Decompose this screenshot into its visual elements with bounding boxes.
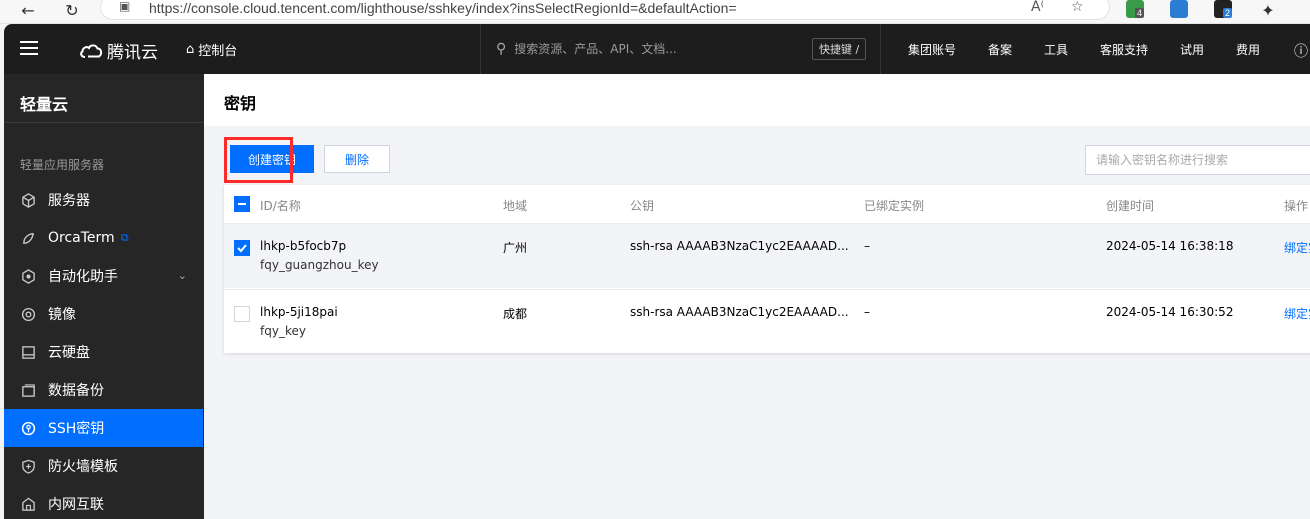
sidebar-item-servers[interactable]: 服务器: [4, 181, 203, 219]
sidebar-item-automation[interactable]: 自动化助手 ⌄: [4, 257, 203, 295]
back-icon[interactable]: ←: [16, 0, 40, 20]
column-header-id-name: ID/名称: [260, 199, 301, 213]
console-link[interactable]: ⌂ 控制台: [186, 40, 237, 59]
page-title: 密钥: [224, 94, 257, 113]
sidebar-section-label: 轻量应用服务器: [20, 158, 105, 172]
checkmark-icon: [237, 244, 247, 253]
network-icon: [20, 496, 36, 512]
page-header: 密钥: [204, 74, 1310, 126]
sidebar-item-disks[interactable]: 云硬盘: [4, 333, 203, 371]
sidebar-item-ssh-keys[interactable]: SSH密钥: [4, 409, 203, 447]
sidebar-item-label: 防火墙模板: [48, 459, 118, 475]
sidebar-item-private-network[interactable]: 内网互联: [4, 485, 203, 519]
key-id[interactable]: lhkp-5ji18pai: [260, 305, 338, 319]
external-link-icon: ⧉: [120, 231, 129, 244]
table-row[interactable]: lhkp-5ji18pai fqy_key 成都 ssh-rsa AAAAB3N…: [224, 289, 1310, 353]
sidebar-item-label: 服务器: [48, 193, 90, 209]
nav-filing[interactable]: 备案: [988, 41, 1012, 58]
help-icon[interactable]: ⓘ: [1294, 41, 1308, 61]
bind-instance-link[interactable]: 绑定实: [1284, 305, 1310, 322]
key-id[interactable]: lhkp-b5focb7p: [260, 239, 346, 253]
sidebar-item-backups[interactable]: 数据备份: [4, 371, 203, 409]
extensions-puzzle-icon[interactable]: ✦: [1256, 0, 1280, 20]
automation-icon: [20, 268, 36, 284]
global-search-placeholder: 搜索资源、产品、API、文档...: [514, 42, 677, 56]
key-name: fqy_key: [260, 324, 306, 338]
row-checkbox[interactable]: [234, 306, 250, 322]
read-aloud-icon[interactable]: A⁽: [1031, 0, 1044, 15]
url-text: https://console.cloud.tencent.com/lighth…: [149, 0, 737, 16]
sidebar-item-label: 内网互联: [48, 497, 104, 513]
sidebar-item-firewall[interactable]: 防火墙模板: [4, 447, 203, 485]
firewall-icon: [20, 458, 36, 474]
bind-instance-link[interactable]: 绑定实: [1284, 239, 1310, 256]
key-name: fqy_guangzhou_key: [260, 258, 379, 272]
sidebar-item-label: 云硬盘: [48, 345, 90, 361]
create-key-button[interactable]: 创建密钥: [230, 145, 314, 173]
site-info-icon[interactable]: ▣: [119, 0, 130, 13]
extension-dark-icon[interactable]: 2: [1214, 0, 1232, 18]
chevron-down-icon[interactable]: ⌄: [178, 269, 187, 282]
tencent-cloud-logo[interactable]: 腾讯云: [79, 38, 158, 63]
global-search[interactable]: ⚲ 搜索资源、产品、API、文档...: [496, 40, 677, 57]
nav-trial[interactable]: 试用: [1180, 41, 1204, 58]
extension-shield-icon[interactable]: 4: [1126, 0, 1144, 18]
console-label: 控制台: [198, 44, 238, 59]
sidebar-divider: [4, 122, 204, 123]
image-icon: [20, 306, 36, 322]
delete-button[interactable]: 删除: [324, 145, 390, 173]
key-region: 成都: [503, 307, 528, 321]
column-header-bound-instances: 已绑定实例: [864, 199, 925, 213]
shortcut-key-badge[interactable]: 快捷键 /: [812, 38, 867, 60]
sidebar: 轻量云 轻量应用服务器 服务器 OrcaTerm ⧉ 自动化助手 ⌄ 镜像 云硬…: [4, 74, 204, 519]
nav-billing[interactable]: 费用: [1236, 41, 1260, 58]
key-icon: [20, 420, 36, 436]
select-all-checkbox[interactable]: [234, 196, 250, 212]
column-header-region: 地域: [503, 199, 528, 213]
logo-text: 腾讯云: [107, 43, 158, 63]
menu-icon[interactable]: [20, 41, 38, 55]
address-bar[interactable]: ▣ https://console.cloud.tencent.com/ligh…: [100, 0, 1110, 20]
key-bound-instances: –: [864, 305, 870, 319]
sidebar-item-images[interactable]: 镜像: [4, 295, 203, 333]
browser-toolbar: ← ↻ ▣ https://console.cloud.tencent.com/…: [0, 0, 1310, 24]
column-header-created-time: 创建时间: [1106, 199, 1155, 213]
nav-support[interactable]: 客服支持: [1100, 41, 1148, 58]
sidebar-item-label: SSH密钥: [48, 421, 105, 437]
key-created-time: 2024-05-14 16:38:18: [1106, 239, 1234, 253]
sidebar-item-label: 数据备份: [48, 383, 104, 399]
table-row[interactable]: lhkp-b5focb7p fqy_guangzhou_key 广州 ssh-r…: [224, 224, 1310, 288]
home-icon: ⌂: [186, 42, 195, 57]
nav-group-account[interactable]: 集团账号: [908, 41, 956, 58]
search-icon: ⚲: [496, 40, 507, 57]
sidebar-item-orcaterm[interactable]: OrcaTerm ⧉: [4, 219, 203, 257]
terminal-icon: [20, 230, 36, 246]
nav-divider: [480, 24, 481, 74]
sidebar-item-label: 镜像: [48, 307, 76, 323]
key-search-input[interactable]: [1085, 145, 1310, 175]
top-navigation: 腾讯云 ⌂ 控制台 ⚲ 搜索资源、产品、API、文档... 快捷键 / 集团账号…: [4, 24, 1310, 74]
key-public-key: ssh-rsa AAAAB3NzaC1yc2EAAAAD...: [630, 305, 849, 319]
key-region: 广州: [503, 241, 528, 255]
sidebar-item-label: OrcaTerm: [48, 230, 115, 246]
key-bound-instances: –: [864, 239, 870, 253]
cube-icon: [20, 192, 36, 208]
ssh-key-table: ID/名称 地域 公钥 已绑定实例 创建时间 操作 lhkp-b5focb7p …: [224, 185, 1310, 353]
row-checkbox[interactable]: [234, 240, 250, 256]
backup-icon: [20, 382, 36, 398]
key-created-time: 2024-05-14 16:30:52: [1106, 305, 1234, 319]
column-header-public-key: 公钥: [630, 199, 655, 213]
column-header-actions: 操作: [1284, 199, 1309, 213]
favorite-star-icon[interactable]: ☆: [1071, 0, 1084, 15]
extension-note-icon[interactable]: [1170, 0, 1188, 18]
reload-icon[interactable]: ↻: [60, 0, 84, 20]
nav-tools[interactable]: 工具: [1044, 41, 1068, 58]
key-public-key: ssh-rsa AAAAB3NzaC1yc2EAAAAD...: [630, 239, 849, 253]
disk-icon: [20, 344, 36, 360]
sidebar-title: 轻量云: [20, 95, 69, 114]
sidebar-item-label: 自动化助手: [48, 269, 118, 285]
cloud-logo-icon: [80, 43, 103, 58]
nav-divider: [880, 24, 881, 74]
